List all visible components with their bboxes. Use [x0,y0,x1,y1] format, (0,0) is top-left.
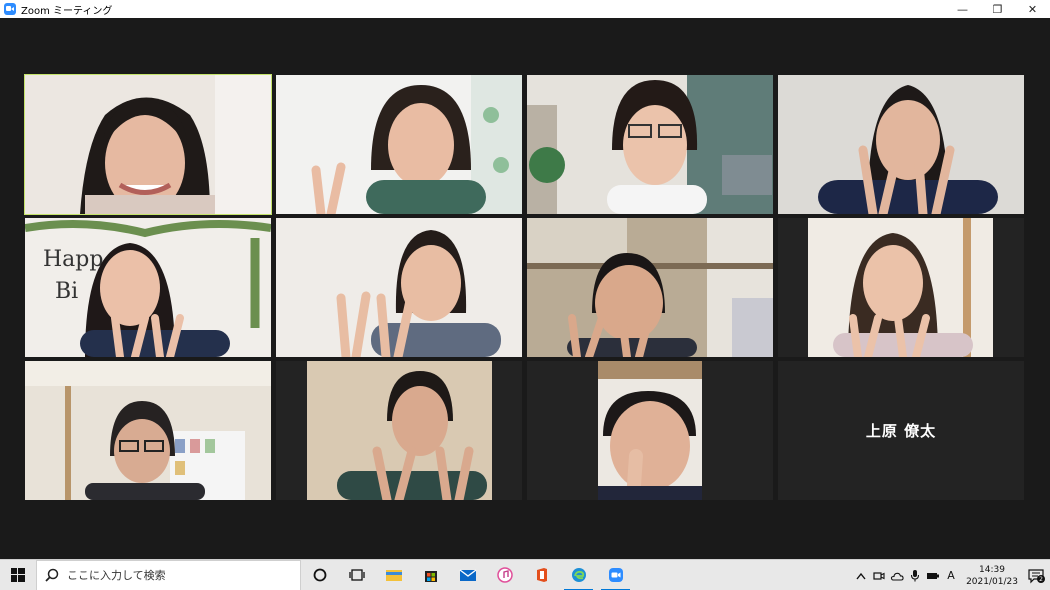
zoom-meeting-window: Zoom ミーティング — ❐ ✕ Happ Bi 上原 僚太 ここに入力して検… [0,0,1050,590]
participant-video: Happ Bi [25,218,271,357]
search-icon [45,568,59,582]
store-icon [424,571,437,582]
clock-time: 14:39 [979,564,1005,575]
participant-video [527,75,773,214]
notification-count: 2 [1039,576,1043,583]
start-button[interactable] [0,560,36,590]
participant-video [808,218,993,357]
participant-video [276,75,522,214]
edge-icon [571,568,586,582]
microphone-icon [910,570,920,582]
participant-name: 上原 僚太 [865,422,937,440]
close-button[interactable]: ✕ [1015,0,1050,18]
search-placeholder: ここに入力して検索 [67,569,166,582]
store-button[interactable] [412,560,449,590]
ime-indicator[interactable]: A [942,560,960,590]
zoom-icon [608,568,623,582]
itunes-icon [496,567,513,583]
window-controls: — ❐ ✕ [945,0,1050,18]
task-view-button[interactable] [338,560,375,590]
participant-video [307,361,492,500]
battery-icon [927,572,939,579]
webcam-icon [873,571,885,580]
participant-tile-11[interactable] [527,361,773,500]
cortana-button[interactable] [301,560,338,590]
participant-video [25,361,271,500]
action-center-button[interactable]: 2 [1024,560,1050,590]
title-bar: Zoom ミーティング — ❐ ✕ [0,0,1050,18]
participant-tile-1[interactable] [24,74,272,215]
microphone-button[interactable] [906,560,924,590]
onedrive-button[interactable] [888,560,906,590]
file-explorer-button[interactable] [375,560,412,590]
participant-tile-3[interactable] [527,75,773,214]
chevron-up-icon [856,572,866,579]
participant-tile-4[interactable] [778,75,1024,214]
office-button[interactable] [523,560,560,590]
restore-button[interactable]: ❐ [980,0,1015,18]
itunes-button[interactable] [486,560,523,590]
participant-tile-7[interactable] [527,218,773,357]
windows-taskbar: ここに入力して検索 A 14:39 2021/01/23 2 [0,559,1050,590]
windows-logo-icon [11,568,25,582]
show-hidden-icons-button[interactable] [852,560,870,590]
svg-text:Bi: Bi [55,279,78,304]
meet-now-button[interactable] [870,560,888,590]
network-button[interactable] [924,560,942,590]
participant-tile-5[interactable]: Happ Bi [25,218,271,357]
participant-video [527,218,773,357]
participant-tile-12[interactable]: 上原 僚太 [778,361,1024,500]
office-icon [536,568,547,582]
participant-video [778,75,1024,214]
participant-tile-6[interactable] [276,218,522,357]
participant-video [276,218,522,357]
notification-icon: 2 [1028,568,1045,583]
zoom-app-icon [4,3,16,15]
cloud-icon [890,572,904,581]
mail-button[interactable] [449,560,486,590]
taskbar-search-box[interactable]: ここに入力して検索 [36,559,301,590]
file-explorer-icon [385,570,402,581]
clock-date: 2021/01/23 [966,576,1018,587]
cortana-icon [313,568,326,582]
svg-text:Happ: Happ [43,247,103,272]
minimize-button[interactable]: — [945,0,980,18]
zoom-taskbar-button[interactable] [597,560,634,590]
edge-button[interactable] [560,560,597,590]
participant-tile-2[interactable] [276,75,522,214]
gallery-view: Happ Bi 上原 僚太 [0,18,1050,559]
participant-video [598,361,702,500]
taskbar-clock[interactable]: 14:39 2021/01/23 [960,564,1024,588]
system-tray: A 14:39 2021/01/23 2 [852,560,1050,590]
mail-icon [459,569,476,581]
participant-tile-8[interactable] [778,218,1024,357]
participant-tile-10[interactable] [276,361,522,500]
participant-video [25,75,271,214]
participant-tile-9[interactable] [25,361,271,500]
task-view-icon [348,569,365,581]
window-title: Zoom ミーティング [21,5,113,17]
